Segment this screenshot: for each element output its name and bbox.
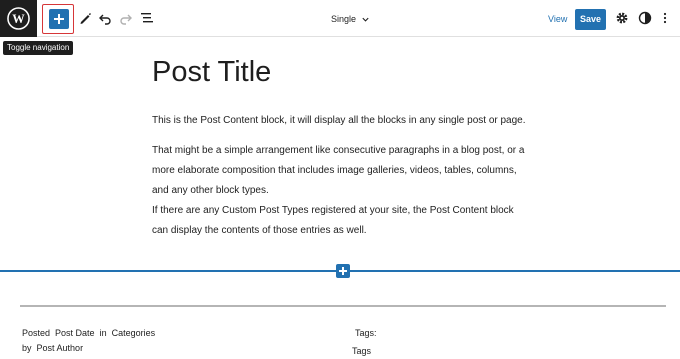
undo-button[interactable] [97, 10, 113, 26]
wordpress-icon: W [7, 7, 30, 30]
post-content-paragraph[interactable]: If there are any Custom Post Types regis… [152, 201, 532, 241]
post-tags[interactable]: Tags [352, 345, 371, 357]
undo-icon [99, 14, 111, 25]
paragraph-text: That might be a simple arrangement like … [152, 145, 525, 196]
chevron-down-icon [362, 17, 369, 22]
in-label: in [99, 328, 107, 338]
post-title[interactable]: Post Title [152, 54, 271, 90]
document-overview-button[interactable] [139, 10, 155, 26]
by-label: by [22, 343, 32, 353]
block-inserter-button[interactable] [49, 9, 69, 29]
gear-icon [616, 12, 628, 24]
redo-icon [120, 14, 132, 25]
more-vertical-icon [663, 12, 667, 24]
post-date[interactable]: Post Date [55, 328, 95, 338]
svg-text:W: W [12, 12, 25, 26]
redo-button[interactable] [118, 10, 134, 26]
post-meta-line: Posted Post Date in Categories [22, 327, 155, 339]
pencil-icon [80, 13, 91, 24]
options-menu-button[interactable] [660, 10, 670, 26]
toggle-navigation-tooltip: Toggle navigation [3, 41, 74, 55]
separator-block[interactable] [20, 305, 666, 307]
editor-top-toolbar: W Single View Save [0, 0, 680, 37]
settings-button[interactable] [614, 10, 630, 26]
view-button[interactable]: View [548, 13, 567, 25]
post-categories[interactable]: Categories [112, 328, 156, 338]
styles-button[interactable] [637, 10, 653, 26]
template-selector[interactable]: Single [331, 13, 370, 25]
between-block-inserter-button[interactable] [336, 264, 350, 278]
contrast-icon [638, 11, 652, 25]
wordpress-logo-button[interactable]: W [0, 0, 37, 37]
post-content-paragraph[interactable]: That might be a simple arrangement like … [152, 141, 532, 201]
list-view-icon [141, 13, 153, 23]
paragraph-text: If there are any Custom Post Types regis… [152, 205, 514, 236]
post-author-line: by Post Author [22, 342, 83, 354]
post-author[interactable]: Post Author [37, 343, 84, 353]
tools-pencil-button[interactable] [77, 10, 93, 26]
tags-label: Tags: [355, 328, 377, 338]
posted-label: Posted [22, 328, 51, 338]
template-name: Single [331, 14, 357, 24]
save-button[interactable]: Save [575, 9, 606, 30]
post-content-paragraph[interactable]: This is the Post Content block, it will … [152, 111, 532, 131]
paragraph-text: This is the Post Content block, it will … [152, 115, 526, 126]
